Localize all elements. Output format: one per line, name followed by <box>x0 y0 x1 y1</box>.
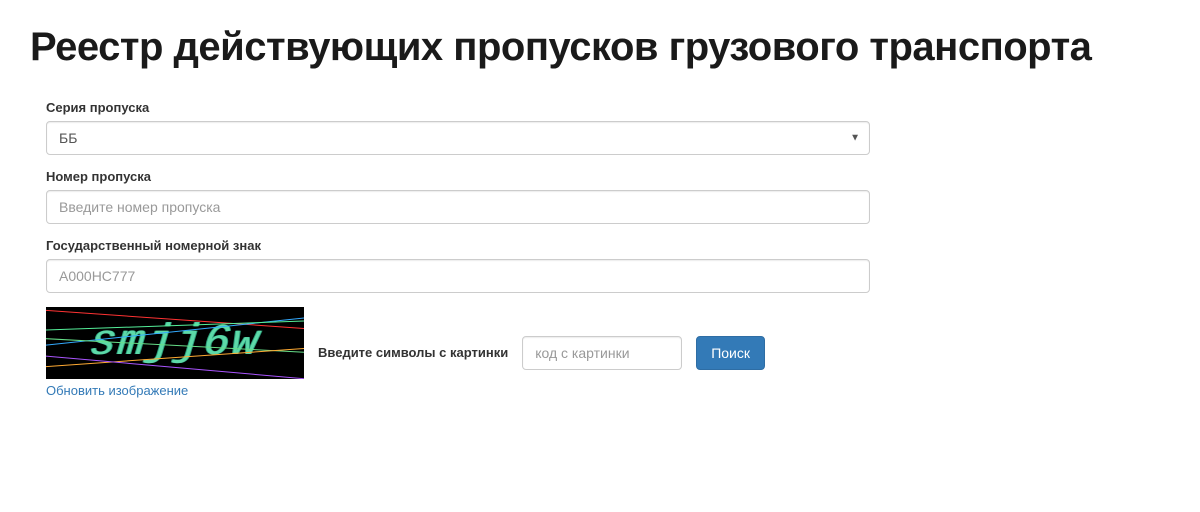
series-label: Серия пропуска <box>46 100 1154 115</box>
number-label: Номер пропуска <box>46 169 1154 184</box>
number-input[interactable] <box>46 190 870 224</box>
series-select[interactable]: ББ <box>46 121 870 155</box>
search-form: Серия пропуска ББ ▼ Номер пропуска Госуд… <box>30 100 1170 398</box>
plate-label: Государственный номерной знак <box>46 238 1154 253</box>
captcha-row: smjj6w Обновить изображение Введите симв… <box>46 307 1154 398</box>
captcha-column: smjj6w Обновить изображение <box>46 307 304 398</box>
captcha-refresh-link[interactable]: Обновить изображение <box>46 383 304 398</box>
field-plate: Государственный номерной знак <box>46 238 1154 293</box>
captcha-input[interactable] <box>522 336 682 370</box>
captcha-image: smjj6w <box>46 307 304 379</box>
page-title: Реестр действующих пропусков грузового т… <box>30 24 1170 70</box>
field-number: Номер пропуска <box>46 169 1154 224</box>
series-select-wrapper: ББ ▼ <box>46 121 870 155</box>
field-series: Серия пропуска ББ ▼ <box>46 100 1154 155</box>
plate-input[interactable] <box>46 259 870 293</box>
search-button[interactable]: Поиск <box>696 336 765 370</box>
captcha-prompt-label: Введите символы с картинки <box>318 345 508 360</box>
